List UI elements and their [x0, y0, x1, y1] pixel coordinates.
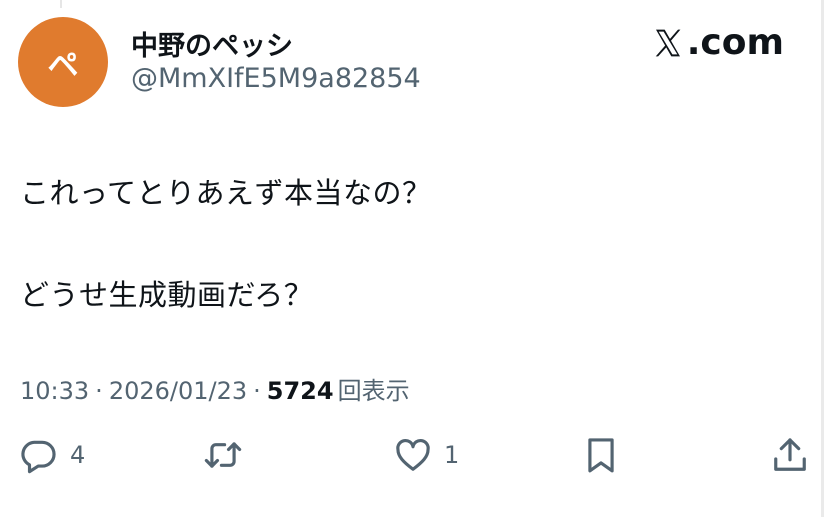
display-name[interactable]: 中野のペッシ — [131, 24, 293, 63]
share-icon — [774, 438, 806, 471]
tweet-text-line-2: どうせ生成動画だろ？ — [20, 278, 314, 312]
tweet-text-line-1: これってとりあえず本当なの？ — [20, 176, 432, 210]
brand-domain: .com — [686, 22, 784, 63]
avatar[interactable]: ペ — [18, 17, 108, 107]
user-handle[interactable]: @MmXIfE5M9a82854 — [131, 63, 421, 94]
view-label: 回表示 — [337, 377, 410, 405]
reply-bubble-icon — [21, 440, 56, 474]
reply-button[interactable]: 4 — [20, 436, 85, 474]
like-count: 1 — [444, 441, 460, 469]
reply-count: 4 — [70, 441, 86, 469]
tweet-time[interactable]: 10:33 — [20, 377, 89, 405]
retweet-button[interactable] — [204, 436, 242, 474]
x-logo-icon — [655, 29, 681, 56]
meta-separator-1: · — [95, 377, 103, 405]
tweet-meta: 10:33 · 2026/01/23 · 5724 回表示 — [20, 371, 410, 406]
retweet-icon — [204, 442, 242, 468]
heart-icon — [396, 438, 430, 471]
right-edge-divider — [821, 0, 824, 517]
meta-separator-2: · — [253, 377, 261, 405]
thread-connector-line — [60, 0, 62, 8]
bookmark-button[interactable] — [582, 436, 620, 474]
x-brand: .com — [651, 22, 784, 63]
like-button[interactable]: 1 — [394, 436, 459, 474]
tweet-date[interactable]: 2026/01/23 — [109, 377, 247, 405]
avatar-letter: ペ — [47, 47, 79, 84]
share-button[interactable] — [771, 436, 809, 474]
view-count[interactable]: 5724 — [267, 377, 334, 405]
bookmark-icon — [588, 438, 614, 473]
